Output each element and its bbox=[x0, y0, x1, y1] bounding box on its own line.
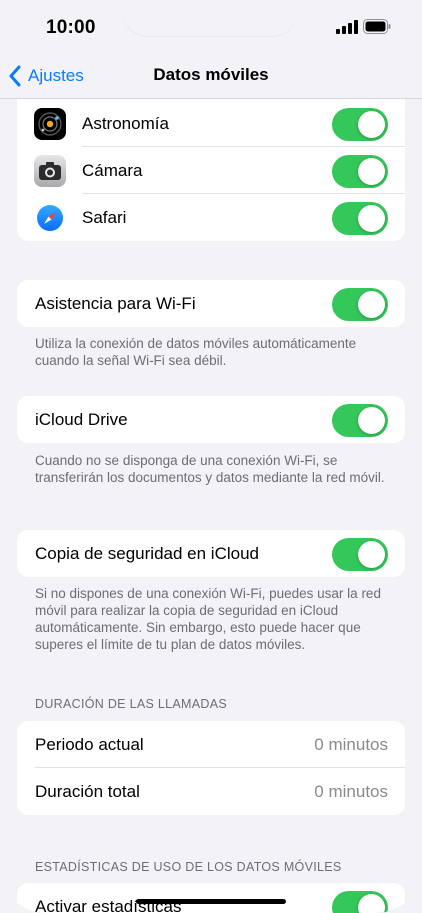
wifi-assist-label: Asistencia para Wi-Fi bbox=[35, 294, 196, 313]
icloud-backup-group: Copia de seguridad en iCloud bbox=[17, 530, 405, 577]
toggle-knob bbox=[358, 205, 385, 232]
app-label: Safari bbox=[82, 208, 127, 227]
icloud-drive-toggle[interactable] bbox=[332, 404, 388, 437]
icloud-backup-row: Copia de seguridad en iCloud bbox=[17, 530, 405, 577]
icloud-drive-label: iCloud Drive bbox=[35, 410, 128, 429]
astronomy-app-icon bbox=[34, 108, 66, 140]
usage-stats-row: Activar estadísticas bbox=[17, 883, 405, 913]
wifi-assist-row: Asistencia para Wi-Fi bbox=[17, 280, 405, 327]
cellular-signal-icon bbox=[336, 20, 358, 34]
current-period-row: Periodo actual 0 minutos bbox=[17, 721, 405, 768]
status-time: 10:00 bbox=[46, 17, 96, 38]
current-period-label: Periodo actual bbox=[35, 735, 144, 754]
battery-icon bbox=[363, 19, 391, 34]
app-label: Astronomía bbox=[82, 114, 169, 133]
astronomy-toggle[interactable] bbox=[332, 108, 388, 141]
navigation-bar: Ajustes Datos móviles bbox=[0, 54, 422, 99]
total-duration-value: 0 minutos bbox=[314, 782, 388, 801]
icloud-drive-group: iCloud Drive bbox=[17, 396, 405, 443]
wifi-assist-toggle[interactable] bbox=[332, 288, 388, 321]
total-duration-label: Duración total bbox=[35, 782, 140, 801]
call-duration-group: Periodo actual 0 minutos Duración total … bbox=[17, 721, 405, 815]
usage-stats-group: Activar estadísticas bbox=[17, 883, 405, 913]
icloud-backup-toggle[interactable] bbox=[332, 538, 388, 571]
app-row-safari: Safari bbox=[17, 194, 405, 241]
icloud-backup-label: Copia de seguridad en iCloud bbox=[35, 544, 259, 563]
wifi-assist-footnote: Utiliza la conexión de datos móviles aut… bbox=[35, 336, 357, 368]
page-title: Datos móviles bbox=[153, 65, 269, 84]
safari-toggle[interactable] bbox=[332, 202, 388, 235]
notch bbox=[122, 0, 298, 36]
total-duration-row: Duración total 0 minutos bbox=[17, 768, 405, 815]
call-duration-header: DURACIÓN DE LAS LLAMADAS bbox=[35, 697, 227, 711]
icloud-drive-footnote: Cuando no se disponga de una conexión Wi… bbox=[35, 453, 385, 485]
toggle-knob bbox=[358, 111, 385, 138]
current-period-value: 0 minutos bbox=[314, 735, 388, 754]
safari-app-icon bbox=[34, 202, 66, 234]
settings-list[interactable]: Astronomía Cámara Safari Asistencia para… bbox=[0, 99, 422, 913]
app-row-astronomy: Astronomía bbox=[17, 100, 405, 147]
app-row-camera: Cámara bbox=[17, 147, 405, 194]
camera-toggle[interactable] bbox=[332, 155, 388, 188]
usage-stats-header: ESTADÍSTICAS DE USO DE LOS DATOS MÓVILES bbox=[35, 860, 342, 874]
apps-group: Astronomía Cámara Safari bbox=[17, 99, 405, 241]
toggle-knob bbox=[358, 158, 385, 185]
icloud-drive-row: iCloud Drive bbox=[17, 396, 405, 443]
toggle-knob bbox=[358, 291, 385, 318]
app-label: Cámara bbox=[82, 161, 143, 180]
toggle-knob bbox=[358, 894, 385, 913]
camera-app-icon bbox=[34, 155, 66, 187]
usage-stats-toggle[interactable] bbox=[332, 891, 388, 913]
phone-screen: 10:00 Ajustes Datos móviles Astronomía C… bbox=[0, 0, 422, 913]
icloud-backup-footnote: Si no dispones de una conexión Wi-Fi, pu… bbox=[35, 586, 381, 652]
toggle-knob bbox=[358, 541, 385, 568]
home-indicator[interactable] bbox=[136, 899, 286, 904]
toggle-knob bbox=[358, 407, 385, 434]
wifi-assist-group: Asistencia para Wi-Fi bbox=[17, 280, 405, 327]
status-bar: 10:00 bbox=[0, 0, 422, 54]
